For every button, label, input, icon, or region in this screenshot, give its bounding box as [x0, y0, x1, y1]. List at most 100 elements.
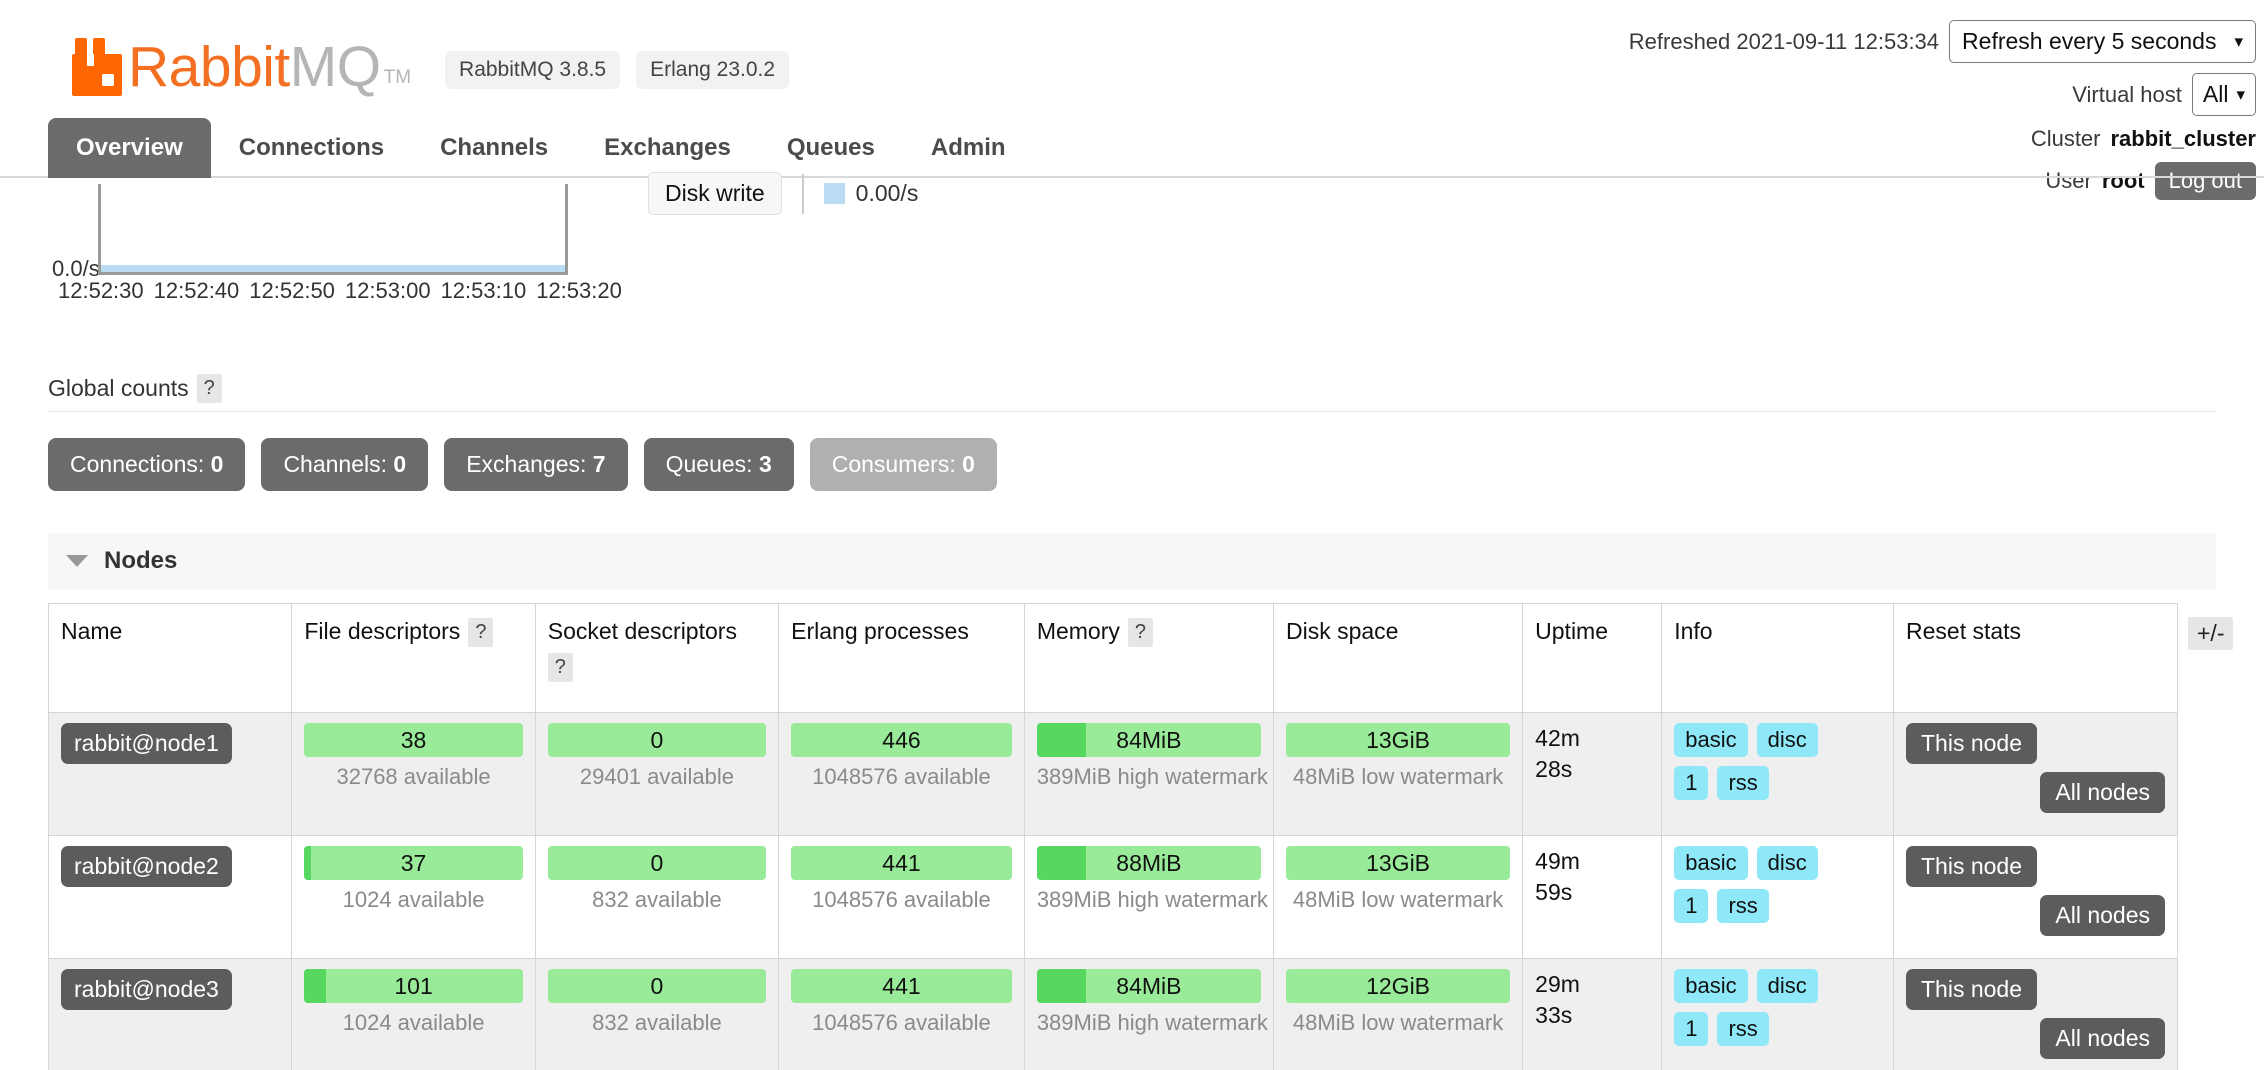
- refresh-interval-select[interactable]: Refresh every 5 seconds ▾: [1949, 20, 2256, 63]
- column-header-socket-descriptors[interactable]: Socket descriptors ?: [534, 603, 780, 713]
- info-tags: basic disc 1 rss: [1674, 723, 1849, 800]
- chart-x-tick: 12:53:10: [440, 278, 527, 303]
- count-badge-consumers[interactable]: Consumers: 0: [809, 438, 997, 491]
- cell-uptime: 49m 59s: [1522, 835, 1663, 959]
- file-descriptors-value: 37: [400, 849, 427, 876]
- info-tags: basic disc 1 rss: [1674, 969, 1849, 1046]
- tab-overview[interactable]: Overview: [48, 118, 211, 178]
- column-header-file-descriptors[interactable]: File descriptors ?: [291, 603, 536, 713]
- info-tag[interactable]: 1: [1674, 1012, 1709, 1046]
- triangle-down-icon[interactable]: [66, 555, 88, 567]
- cell-socket-descriptors: 0 832 available: [534, 958, 780, 1070]
- memory-bar-fill: [1036, 723, 1087, 757]
- count-label: Channels:: [283, 451, 388, 477]
- table-row: rabbit@node1 38 32768 available 0 29401 avai…: [47, 712, 2178, 836]
- cell-info: basic disc 1 rss: [1661, 958, 1894, 1070]
- count-value: 3: [758, 451, 772, 477]
- file-descriptors-sub: 32768 available: [336, 764, 491, 789]
- reset-this-node-button[interactable]: This node: [1906, 846, 2038, 887]
- socket-descriptors-bar: 0: [547, 846, 767, 880]
- column-header-erlang-processes[interactable]: Erlang processes: [778, 603, 1025, 713]
- column-header-memory[interactable]: Memory ?: [1023, 603, 1274, 713]
- memory-sub: 389MiB high watermark: [1036, 887, 1268, 912]
- info-tag[interactable]: rss: [1717, 1012, 1769, 1046]
- info-tag[interactable]: disc: [1756, 969, 1818, 1003]
- chevron-down-icon: ▾: [2234, 31, 2243, 51]
- node-name-link[interactable]: rabbit@node3: [61, 969, 232, 1010]
- file-descriptors-help-icon[interactable]: ?: [468, 618, 494, 647]
- memory-bar: 88MiB: [1036, 846, 1261, 880]
- cell-node-name: rabbit@node1: [47, 712, 293, 836]
- tab-admin[interactable]: Admin: [903, 118, 1034, 178]
- socket-descriptors-sub: 29401 available: [579, 764, 734, 789]
- disk-space-value: 12GiB: [1366, 972, 1431, 999]
- info-tag[interactable]: rss: [1717, 766, 1769, 800]
- info-tags: basic disc 1 rss: [1674, 846, 1849, 923]
- global-counts-help-icon[interactable]: ?: [196, 374, 222, 403]
- count-badge-channels[interactable]: Channels: 0: [261, 438, 429, 491]
- disk-write-button[interactable]: Disk write: [648, 172, 782, 215]
- info-tag[interactable]: disc: [1756, 846, 1818, 880]
- column-header-uptime[interactable]: Uptime: [1522, 603, 1663, 713]
- file-descriptors-value: 38: [400, 726, 427, 753]
- cell-socket-descriptors: 0 832 available: [534, 835, 780, 959]
- info-tag[interactable]: basic: [1674, 969, 1748, 1003]
- column-header-disk-space[interactable]: Disk space: [1272, 603, 1524, 713]
- count-badge-queues[interactable]: Queues: 3: [643, 438, 794, 491]
- file-descriptors-sub: 1024 available: [342, 887, 485, 912]
- count-badge-connections[interactable]: Connections: 0: [48, 438, 246, 491]
- column-label: Uptime: [1535, 618, 1609, 644]
- cell-file-descriptors: 38 32768 available: [291, 712, 536, 836]
- socket-descriptors-value: 0: [650, 849, 664, 876]
- disk-space-bar: 12GiB: [1285, 969, 1511, 1003]
- virtual-host-select[interactable]: All ▾: [2191, 73, 2256, 116]
- node-name-link[interactable]: rabbit@node2: [61, 846, 232, 887]
- tab-channels[interactable]: Channels: [412, 118, 576, 178]
- rabbitmq-version-badge: RabbitMQ 3.8.5: [445, 51, 621, 89]
- table-row: rabbit@node3 101 1024 available 0 832 availa…: [47, 958, 2178, 1070]
- virtual-host-label: Virtual host: [2072, 81, 2182, 107]
- column-header-name[interactable]: Name: [47, 603, 293, 713]
- reset-all-nodes-button[interactable]: All nodes: [2040, 895, 2165, 936]
- tab-exchanges[interactable]: Exchanges: [576, 118, 759, 178]
- cell-erlang-processes: 441 1048576 available: [778, 958, 1025, 1070]
- disk-space-bar: 13GiB: [1285, 723, 1511, 757]
- info-tag[interactable]: basic: [1674, 723, 1748, 757]
- column-header-info[interactable]: Info: [1661, 603, 1894, 713]
- reset-this-node-button[interactable]: This node: [1906, 969, 2038, 1010]
- logo-text-mq: MQ: [289, 35, 381, 99]
- chart-x-tick: 12:53:00: [344, 278, 431, 303]
- count-value: 0: [962, 451, 975, 477]
- node-name-link[interactable]: rabbit@node1: [61, 723, 232, 764]
- nodes-section-header[interactable]: Nodes: [48, 533, 2216, 589]
- chart-x-axis-ticks: 12:52:30 12:52:40 12:52:50 12:53:00 12:5…: [58, 278, 622, 304]
- uptime-value: 49m 59s: [1535, 848, 1580, 906]
- memory-sub: 389MiB high watermark: [1036, 764, 1268, 789]
- cluster-label: Cluster: [2030, 126, 2101, 151]
- column-toggle-button[interactable]: +/-: [2188, 617, 2234, 650]
- file-descriptors-bar: 101: [304, 969, 523, 1003]
- info-tag[interactable]: 1: [1674, 766, 1709, 800]
- column-header-reset-stats[interactable]: Reset stats: [1893, 603, 2178, 713]
- tab-connections[interactable]: Connections: [211, 118, 412, 178]
- reset-stats-buttons: This node All nodes: [1906, 723, 2165, 813]
- brand-logo[interactable]: Rabbit MQ TM RabbitMQ 3.8.5 Erlang 23.0.…: [72, 35, 790, 99]
- reset-this-node-button[interactable]: This node: [1906, 723, 2038, 764]
- socket-descriptors-help-icon[interactable]: ?: [547, 653, 573, 682]
- memory-help-icon[interactable]: ?: [1127, 618, 1153, 647]
- reset-all-nodes-button[interactable]: All nodes: [2040, 1018, 2165, 1059]
- erlang-processes-sub: 1048576 available: [812, 1010, 991, 1035]
- disk-space-value: 13GiB: [1366, 849, 1431, 876]
- erlang-processes-sub: 1048576 available: [812, 764, 991, 789]
- info-tag[interactable]: disc: [1756, 723, 1818, 757]
- tab-queues[interactable]: Queues: [759, 118, 903, 178]
- file-descriptors-bar-fill: [304, 846, 311, 880]
- reset-stats-buttons: This node All nodes: [1906, 846, 2165, 936]
- info-tag[interactable]: basic: [1674, 846, 1748, 880]
- info-tag[interactable]: rss: [1717, 889, 1769, 923]
- cell-disk-space: 13GiB 48MiB low watermark: [1272, 712, 1524, 836]
- info-tag[interactable]: 1: [1674, 889, 1709, 923]
- legend-current-value: 0.00/s: [855, 180, 919, 206]
- reset-all-nodes-button[interactable]: All nodes: [2040, 772, 2165, 813]
- count-badge-exchanges[interactable]: Exchanges: 7: [444, 438, 628, 491]
